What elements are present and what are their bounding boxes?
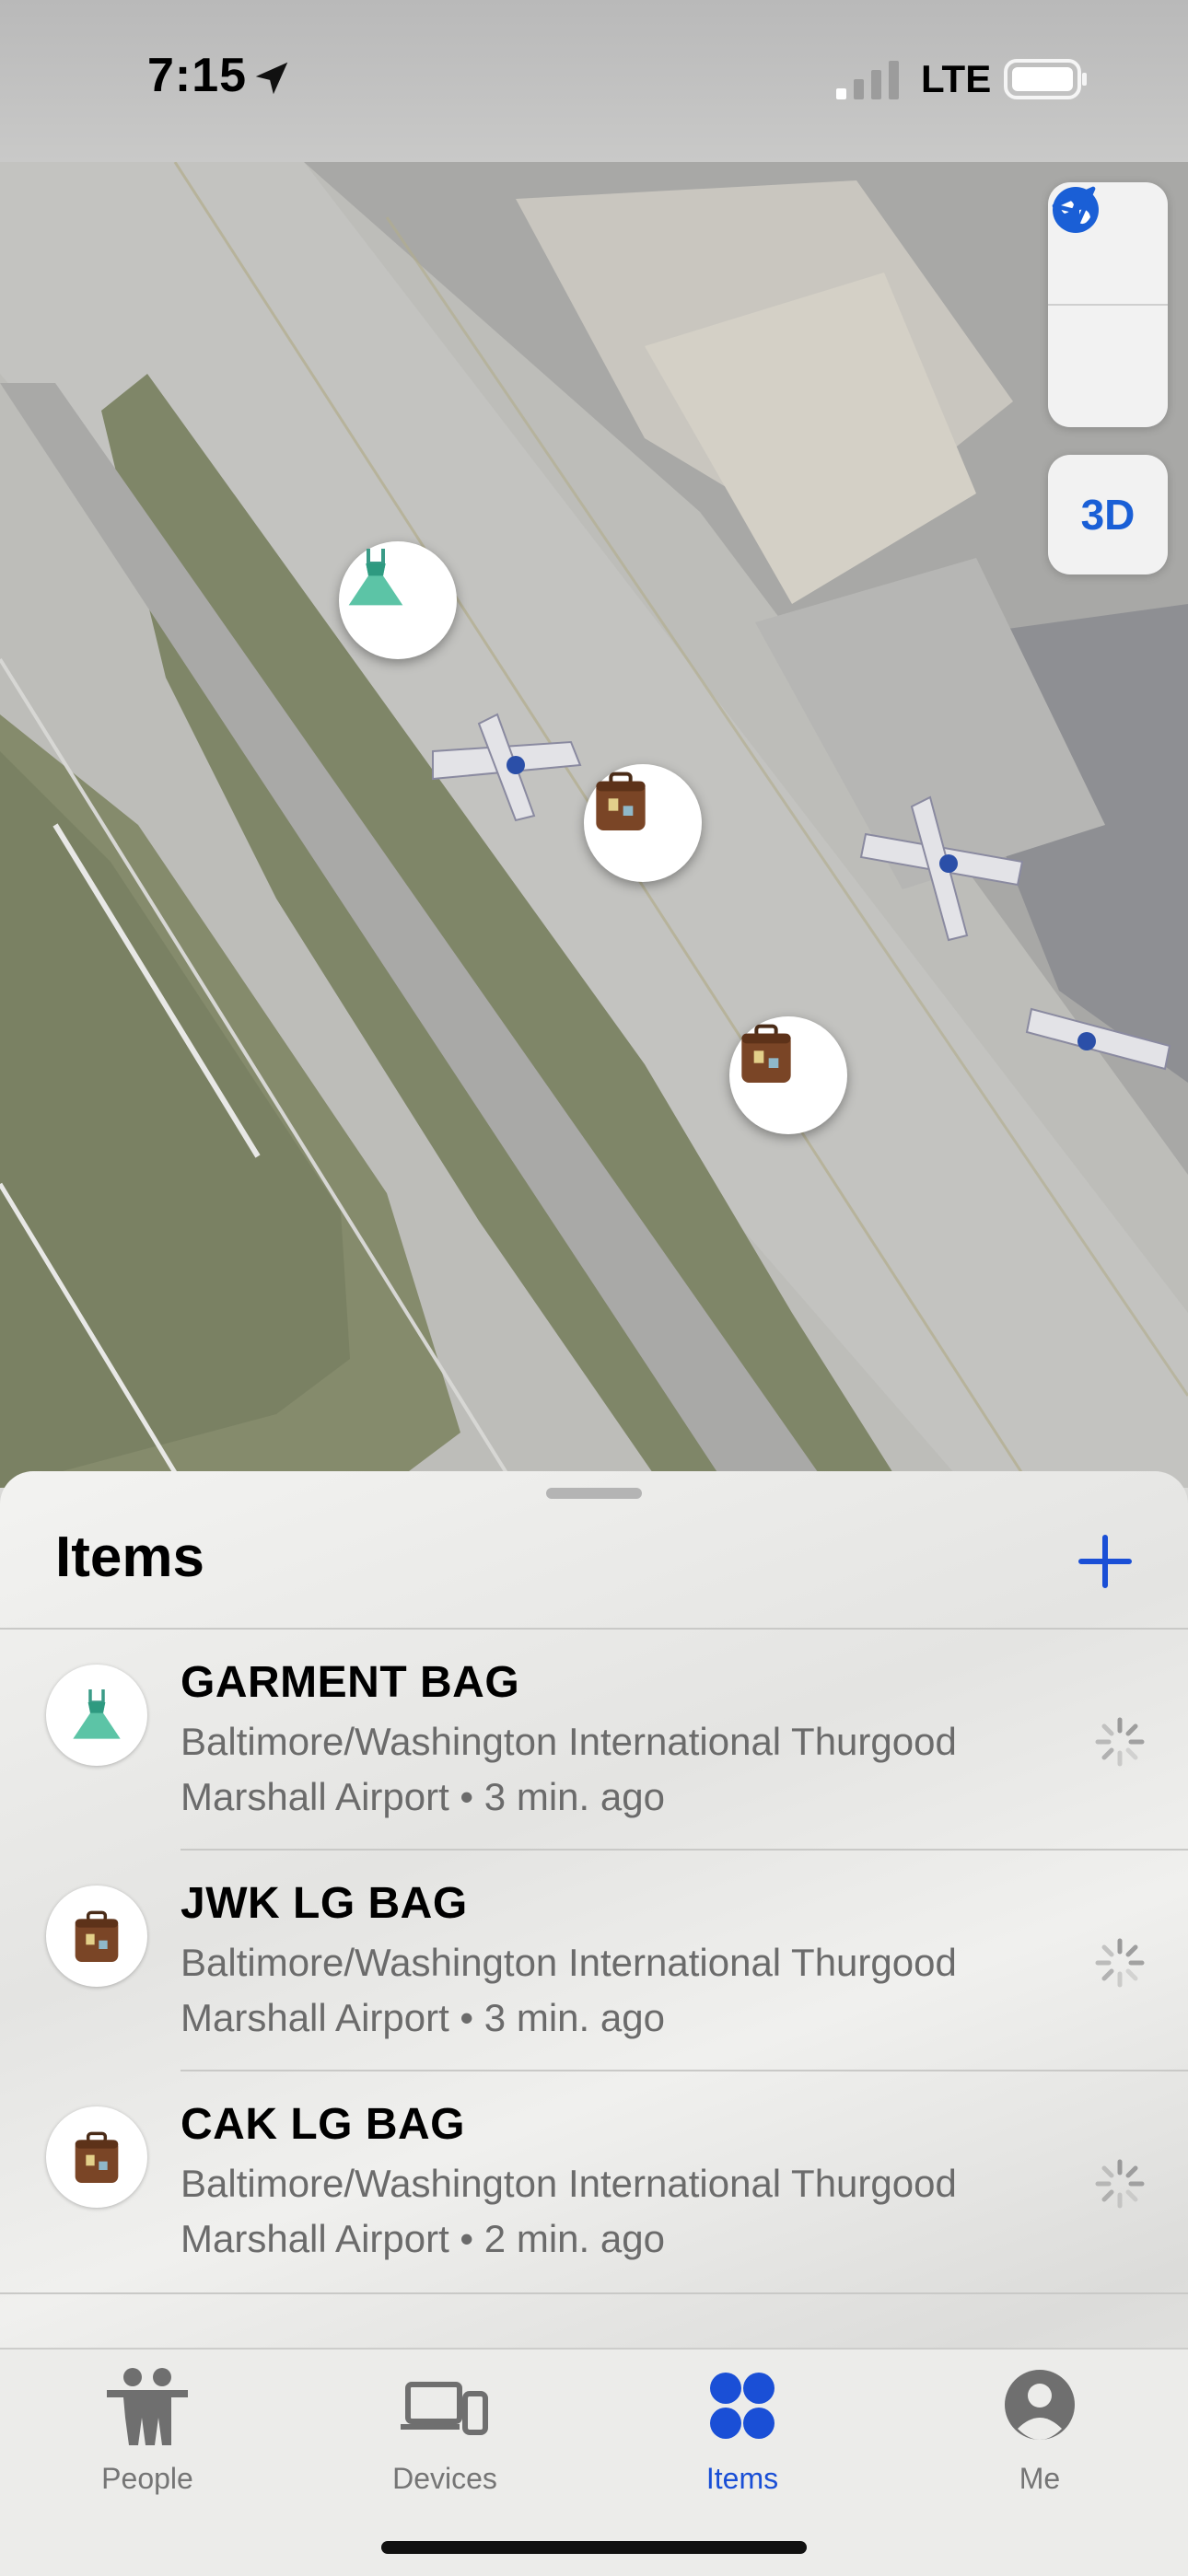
luggage-icon — [75, 1910, 119, 1962]
map-3d-button[interactable]: 3D — [1048, 455, 1168, 574]
map-pin-jwk-lg-bag[interactable] — [584, 764, 702, 882]
luggage-icon — [596, 772, 646, 830]
map-pin-garment-bag[interactable] — [339, 541, 457, 659]
plus-icon[interactable] — [1076, 1532, 1135, 1591]
tab-label: Items — [705, 2462, 779, 2495]
dress-icon — [348, 549, 403, 606]
tab-me[interactable]: Me — [929, 2366, 1150, 2504]
item-location: Baltimore/Washington International Thurg… — [181, 2156, 1065, 2267]
people-icon — [107, 2368, 188, 2445]
loading-spinner-icon — [1095, 1717, 1145, 1767]
divider — [0, 2292, 1188, 2294]
list-item-garment-bag[interactable]: GARMENT BAG Baltimore/Washington Interna… — [0, 1630, 1188, 1851]
satellite-map[interactable]: 3D — [0, 162, 1188, 1488]
item-name: JWK LG BAG — [181, 1879, 468, 1928]
luggage-icon — [75, 2131, 119, 2183]
item-location: Baltimore/Washington International Thurg… — [181, 1935, 1065, 2046]
item-name: GARMENT BAG — [181, 1658, 520, 1707]
loading-spinner-icon — [1095, 2159, 1145, 2209]
avatar — [46, 1886, 147, 1987]
sheet-grabber[interactable] — [546, 1488, 642, 1499]
sheet-title: Items — [55, 1526, 204, 1589]
tab-people[interactable]: People — [37, 2366, 258, 2504]
item-location: Baltimore/Washington International Thurg… — [181, 1714, 1065, 1825]
dress-icon — [73, 1689, 121, 1739]
tab-label: Devices — [392, 2462, 497, 2495]
avatar — [46, 1665, 147, 1766]
location-arrow-icon — [1052, 186, 1096, 230]
devices-icon — [401, 2382, 488, 2435]
tab-label: Me — [1019, 2462, 1061, 2495]
item-location-line2: Marshall Airport • 3 min. ago — [181, 1996, 665, 2039]
home-indicator[interactable] — [381, 2541, 807, 2554]
list-item-cak-lg-bag[interactable]: CAK LG BAG Baltimore/Washington Internat… — [0, 2071, 1188, 2292]
item-location-line1: Baltimore/Washington International Thurg… — [181, 1720, 957, 1763]
items-icon — [710, 2373, 775, 2439]
item-name: CAK LG BAG — [181, 2100, 465, 2149]
location-arrow-icon — [255, 62, 288, 95]
status-bar: 7:15 LTE — [0, 0, 1188, 162]
tab-items[interactable]: Items — [632, 2366, 853, 2504]
tab-devices[interactable]: Devices — [334, 2366, 555, 2504]
person-icon — [1005, 2370, 1075, 2440]
list-item-jwk-lg-bag[interactable]: JWK LG BAG Baltimore/Washington Internat… — [0, 1851, 1188, 2071]
tab-label: People — [101, 2462, 193, 2495]
map-controls — [1048, 182, 1168, 427]
item-location-line1: Baltimore/Washington International Thurg… — [181, 1941, 957, 1984]
item-location-line2: Marshall Airport • 2 min. ago — [181, 2217, 665, 2260]
cellular-signal-icon — [836, 61, 899, 99]
track-location-button[interactable] — [1048, 186, 1168, 427]
loading-spinner-icon — [1095, 1938, 1145, 1988]
item-location-line2: Marshall Airport • 3 min. ago — [181, 1775, 665, 1818]
status-time: 7:15 — [147, 49, 248, 102]
item-location-line1: Baltimore/Washington International Thurg… — [181, 2162, 957, 2205]
luggage-icon — [741, 1024, 791, 1083]
avatar — [46, 2106, 147, 2208]
map-pin-cak-lg-bag[interactable] — [729, 1016, 847, 1134]
battery-icon — [1004, 59, 1087, 99]
network-type: LTE — [921, 57, 992, 100]
